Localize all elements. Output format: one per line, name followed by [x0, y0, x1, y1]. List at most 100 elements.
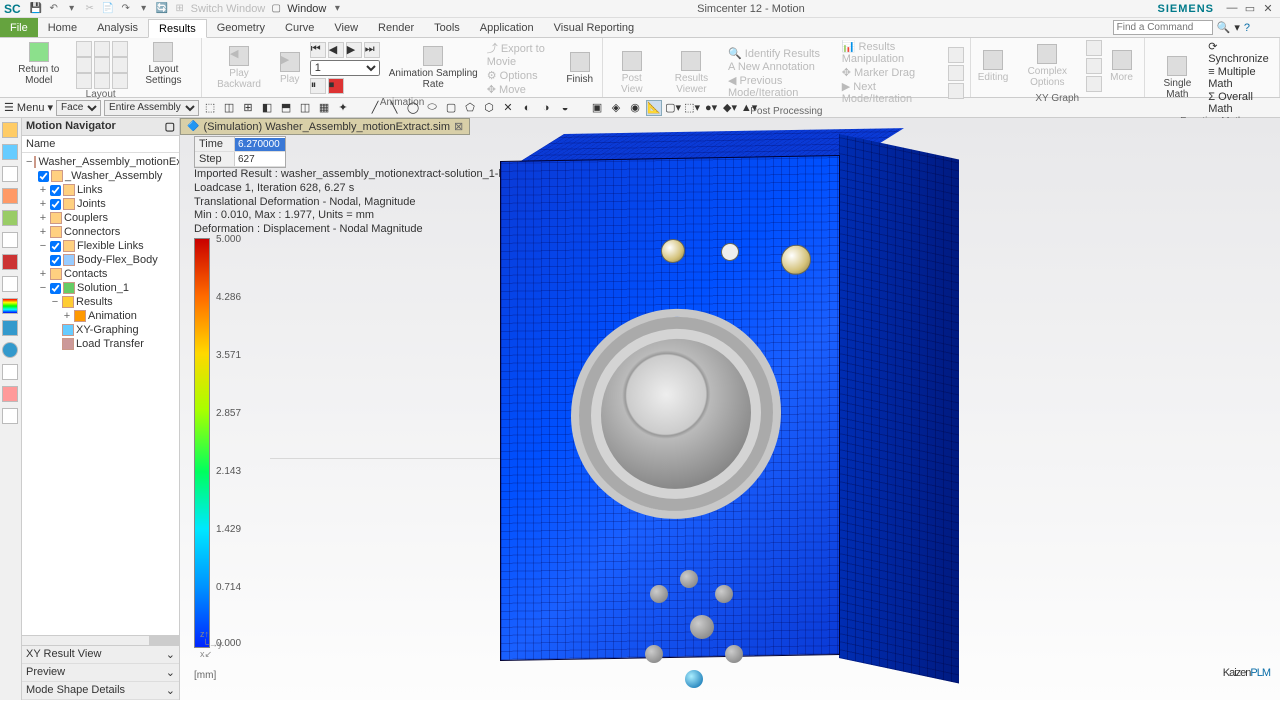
panel-xy-result[interactable]: XY Result View⌄: [22, 646, 179, 664]
qb-icon[interactable]: ╱: [367, 100, 383, 116]
window-dd-icon[interactable]: ▾: [330, 2, 344, 16]
finish-button[interactable]: Finish: [564, 50, 596, 87]
st-icon[interactable]: [2, 386, 18, 402]
qb-icon[interactable]: ⊞: [240, 100, 256, 116]
find-dd-icon[interactable]: ▾: [1234, 21, 1240, 34]
qb-icon[interactable]: 📐: [646, 100, 662, 116]
redo-icon[interactable]: ↷: [119, 2, 133, 16]
tools-tab[interactable]: Tools: [424, 18, 470, 37]
undo-icon[interactable]: ↶: [47, 2, 61, 16]
overall-math-button[interactable]: Σ Overall Math: [1208, 91, 1273, 115]
qb-icon[interactable]: ⬚▾: [684, 100, 700, 116]
undo-dd-icon[interactable]: ▾: [65, 2, 79, 16]
step-back-icon[interactable]: ◀: [328, 42, 344, 58]
tree-node[interactable]: +Joints: [24, 197, 177, 211]
qb-icon[interactable]: ▢: [443, 100, 459, 116]
tree-node[interactable]: Body-Flex_Body: [24, 253, 177, 267]
st-icon[interactable]: [2, 122, 18, 138]
tree-node[interactable]: −Results: [24, 295, 177, 309]
results-tab[interactable]: Results: [148, 19, 207, 38]
multiple-math-button[interactable]: ≡ Multiple Math: [1208, 66, 1273, 90]
qb-icon[interactable]: ▣: [589, 100, 605, 116]
step-input[interactable]: [235, 153, 285, 166]
st-icon[interactable]: [2, 320, 18, 336]
file-tab[interactable]: File: [0, 18, 38, 37]
tree-node[interactable]: +Couplers: [24, 211, 177, 225]
render-tab[interactable]: Render: [368, 18, 424, 37]
help-icon[interactable]: ?: [1244, 22, 1250, 34]
st-icon[interactable]: [2, 342, 18, 358]
qb-icon[interactable]: ⬠: [462, 100, 478, 116]
find-command-input[interactable]: [1113, 20, 1213, 35]
selection-filter-1[interactable]: Face: [56, 100, 101, 116]
st-icon[interactable]: [2, 254, 18, 270]
more-xy-button[interactable]: More: [1106, 48, 1138, 85]
qb-icon[interactable]: ◈: [608, 100, 624, 116]
window-icon[interactable]: ▢: [269, 2, 283, 16]
viewport-tab[interactable]: 🔷 (Simulation) Washer_Assembly_motionExt…: [180, 118, 470, 135]
pause-icon[interactable]: ⏸: [310, 78, 326, 94]
qb-icon[interactable]: ▦: [316, 100, 332, 116]
qb-icon[interactable]: ●▾: [703, 100, 719, 116]
qb-icon[interactable]: ▢▾: [665, 100, 681, 116]
qb-icon[interactable]: ◆▾: [722, 100, 738, 116]
qb-icon[interactable]: ◐: [519, 100, 535, 116]
qb-icon[interactable]: ⬚: [202, 100, 218, 116]
visual-reporting-tab[interactable]: Visual Reporting: [544, 18, 645, 37]
skip-end-icon[interactable]: ⏭: [364, 42, 380, 58]
layout-settings-button[interactable]: Layout Settings: [132, 40, 196, 88]
tree-node[interactable]: +Connectors: [24, 225, 177, 239]
close-tab-icon[interactable]: ⊠: [454, 120, 463, 133]
stop-icon[interactable]: ⏹: [328, 78, 344, 94]
st-icon[interactable]: [2, 210, 18, 226]
tree-node[interactable]: XY-Graphing: [24, 323, 177, 337]
synchronize-button[interactable]: ⟳ Synchronize: [1208, 40, 1273, 65]
tree-node[interactable]: +Contacts: [24, 267, 177, 281]
qb-icon[interactable]: ╲: [386, 100, 402, 116]
save-icon[interactable]: 💾: [29, 2, 43, 16]
tree-node[interactable]: Load Transfer: [24, 337, 177, 351]
geometry-tab[interactable]: Geometry: [207, 18, 275, 37]
view-tab[interactable]: View: [324, 18, 368, 37]
tree-node[interactable]: −Solution_1: [24, 281, 177, 295]
qb-icon[interactable]: ⬭: [424, 100, 440, 116]
skip-start-icon[interactable]: ⏮: [310, 42, 326, 58]
qb-icon[interactable]: ⬡: [481, 100, 497, 116]
qb-icon[interactable]: ✦: [335, 100, 351, 116]
qb-icon[interactable]: ◯: [405, 100, 421, 116]
tree-root[interactable]: −Washer_Assembly_motionExtract: [24, 155, 177, 169]
tree-node[interactable]: _Washer_Assembly: [24, 169, 177, 183]
selection-filter-2[interactable]: Entire Assembly: [104, 100, 199, 116]
application-tab[interactable]: Application: [470, 18, 544, 37]
tree-node[interactable]: +Animation: [24, 309, 177, 323]
qb-icon[interactable]: ⬒: [278, 100, 294, 116]
tree-node[interactable]: −Flexible Links: [24, 239, 177, 253]
viewport[interactable]: 🔷 (Simulation) Washer_Assembly_motionExt…: [180, 118, 1280, 700]
curve-tab[interactable]: Curve: [275, 18, 324, 37]
st-icon[interactable]: [2, 298, 18, 314]
qb-icon[interactable]: ◫: [221, 100, 237, 116]
st-icon[interactable]: [2, 144, 18, 160]
qb-icon[interactable]: ◉: [627, 100, 643, 116]
step-fwd-icon[interactable]: ▶: [346, 42, 362, 58]
frame-select[interactable]: 1: [310, 60, 380, 76]
st-icon[interactable]: [2, 232, 18, 248]
qb-icon[interactable]: ✕: [500, 100, 516, 116]
tree-node[interactable]: +Links: [24, 183, 177, 197]
qb-icon[interactable]: ◒: [557, 100, 573, 116]
minimize-button[interactable]: —: [1224, 2, 1240, 16]
single-math-button[interactable]: Single Math: [1151, 54, 1205, 102]
st-icon[interactable]: [2, 364, 18, 380]
qb-icon[interactable]: ◫: [297, 100, 313, 116]
time-input[interactable]: [235, 138, 285, 151]
analysis-tab[interactable]: Analysis: [87, 18, 148, 37]
window-label[interactable]: Window: [287, 3, 326, 15]
qb-icon[interactable]: ◑: [538, 100, 554, 116]
qb-icon[interactable]: ▲▾: [741, 100, 757, 116]
panel-mode-shape[interactable]: Mode Shape Details⌄: [22, 682, 179, 700]
panel-preview[interactable]: Preview⌄: [22, 664, 179, 682]
st-icon[interactable]: [2, 166, 18, 182]
sampling-rate-button[interactable]: Animation Sampling Rate: [384, 44, 483, 92]
return-to-model-button[interactable]: Return to Model: [6, 40, 72, 88]
st-icon[interactable]: [2, 408, 18, 424]
